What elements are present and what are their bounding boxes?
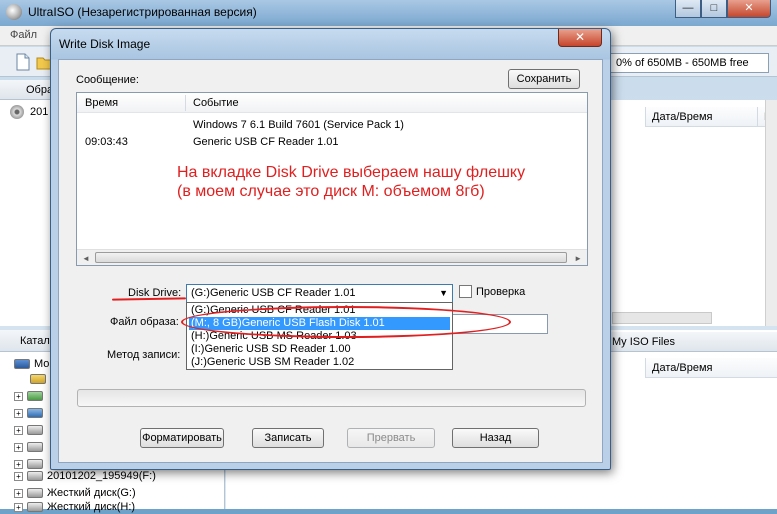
expand-icon[interactable]: +	[14, 459, 23, 469]
log-row-event: Windows 7 6.1 Build 7601 (Service Pack 1…	[193, 119, 404, 131]
column-event[interactable]: Событие	[193, 97, 239, 109]
cd-icon	[10, 105, 24, 119]
tree-row[interactable]: +	[14, 440, 47, 454]
scroll-thumb[interactable]	[95, 252, 567, 263]
vertical-scrollbar[interactable]	[765, 100, 777, 326]
dropdown-option[interactable]: (J:)Generic USB SM Reader 1.02	[189, 356, 450, 369]
computer-icon	[14, 359, 30, 369]
image-file-label: Файл образа:	[110, 316, 179, 328]
tree-row-f[interactable]: + 20101202_195949(F:)	[14, 469, 156, 483]
write-method-label: Метод записи:	[107, 349, 181, 361]
folder-icon	[30, 374, 46, 384]
annotation-line-2: (в моем случае это диск М: объемом 8гб)	[177, 183, 485, 200]
tree-row-g[interactable]: + Жесткий диск(G:)	[14, 486, 136, 500]
hard-disk-icon	[27, 488, 43, 498]
dialog-title: Write Disk Image	[59, 37, 151, 51]
log-horizontal-scrollbar[interactable]: ◄ ►	[77, 249, 587, 265]
local-file-list	[226, 468, 608, 509]
maximize-button[interactable]: □	[701, 0, 727, 18]
hard-disk-icon	[27, 502, 43, 512]
menu-file[interactable]: Файл	[10, 29, 37, 41]
column-date-time[interactable]: Дата/Время	[645, 358, 777, 378]
drive-icon	[27, 408, 43, 418]
abort-button[interactable]: Прервать	[347, 428, 435, 448]
log-row-time: 09:03:43	[85, 136, 128, 148]
verify-label: Проверка	[476, 286, 526, 298]
log-header: Время Событие	[77, 93, 587, 113]
drive-icon	[27, 471, 43, 481]
red-highlight-ellipse	[181, 306, 511, 338]
dialog-close-button[interactable]: ✕	[558, 29, 602, 47]
tree-row[interactable]: +	[14, 423, 47, 437]
drive-icon	[27, 425, 43, 435]
log-row-event: Generic USB CF Reader 1.01	[193, 136, 339, 148]
image-file-list	[608, 100, 777, 326]
back-button[interactable]: Назад	[452, 428, 539, 448]
save-log-button[interactable]: Сохранить	[508, 69, 580, 89]
scroll-left-icon[interactable]: ◄	[82, 254, 90, 263]
expand-icon[interactable]: +	[14, 471, 23, 481]
verify-checkbox[interactable]	[459, 285, 472, 298]
dropdown-option[interactable]: (I:)Generic USB SD Reader 1.00	[189, 343, 450, 356]
minimize-button[interactable]: —	[675, 0, 701, 18]
new-file-icon[interactable]	[14, 53, 32, 71]
red-annotation: На вкладке Disk Drive выбераем нашу флеш…	[177, 163, 525, 201]
disk-drive-selected-value: (G:)Generic USB CF Reader 1.01	[191, 287, 356, 299]
expand-icon[interactable]: +	[14, 408, 23, 418]
drive-icon	[27, 442, 43, 452]
tree-row[interactable]	[30, 372, 50, 386]
window-controls: — □ ✕	[675, 0, 771, 18]
tree-row[interactable]: +	[14, 389, 47, 403]
write-button[interactable]: Записать	[252, 428, 324, 448]
format-button[interactable]: Форматировать	[140, 428, 224, 448]
my-iso-files-header: My ISO Files	[608, 332, 777, 352]
expand-icon[interactable]: +	[14, 502, 23, 512]
message-label: Сообщение:	[76, 74, 139, 86]
tree-row[interactable]: +	[14, 406, 47, 420]
write-progress-bar	[77, 389, 586, 407]
image-size-indicator: 0% of 650MB - 650MB free	[607, 53, 769, 73]
iso-files-pane	[608, 330, 777, 509]
expand-icon[interactable]: +	[14, 391, 23, 401]
annotation-line-1: На вкладке Disk Drive выбераем нашу флеш…	[177, 164, 526, 181]
column-date-time[interactable]: Дата/Время	[645, 107, 757, 127]
image-pane-header: Обра	[0, 80, 55, 100]
scroll-right-icon[interactable]: ►	[574, 254, 582, 263]
expand-icon[interactable]: +	[14, 442, 23, 452]
drive-icon	[27, 391, 43, 401]
column-divider	[185, 95, 186, 111]
horizontal-scrollbar[interactable]	[612, 312, 712, 324]
app-title: UltraISO (Незарегистрированная версия)	[28, 5, 257, 19]
ultraiso-disc-icon	[6, 4, 22, 20]
expand-icon[interactable]: +	[14, 425, 23, 435]
disk-drive-select[interactable]: (G:)Generic USB CF Reader 1.01 ▼	[186, 284, 453, 303]
chevron-down-icon: ▼	[439, 288, 448, 298]
image-tree-item[interactable]: 201	[30, 106, 48, 118]
drive-icon	[27, 459, 43, 469]
column-time[interactable]: Время	[85, 97, 118, 109]
expand-icon[interactable]: +	[14, 488, 23, 498]
tree-row-h[interactable]: + Жесткий диск(H:)	[14, 500, 135, 514]
close-button[interactable]: ✕	[727, 0, 771, 18]
app-title-bar: UltraISO (Незарегистрированная версия) —…	[0, 0, 777, 24]
